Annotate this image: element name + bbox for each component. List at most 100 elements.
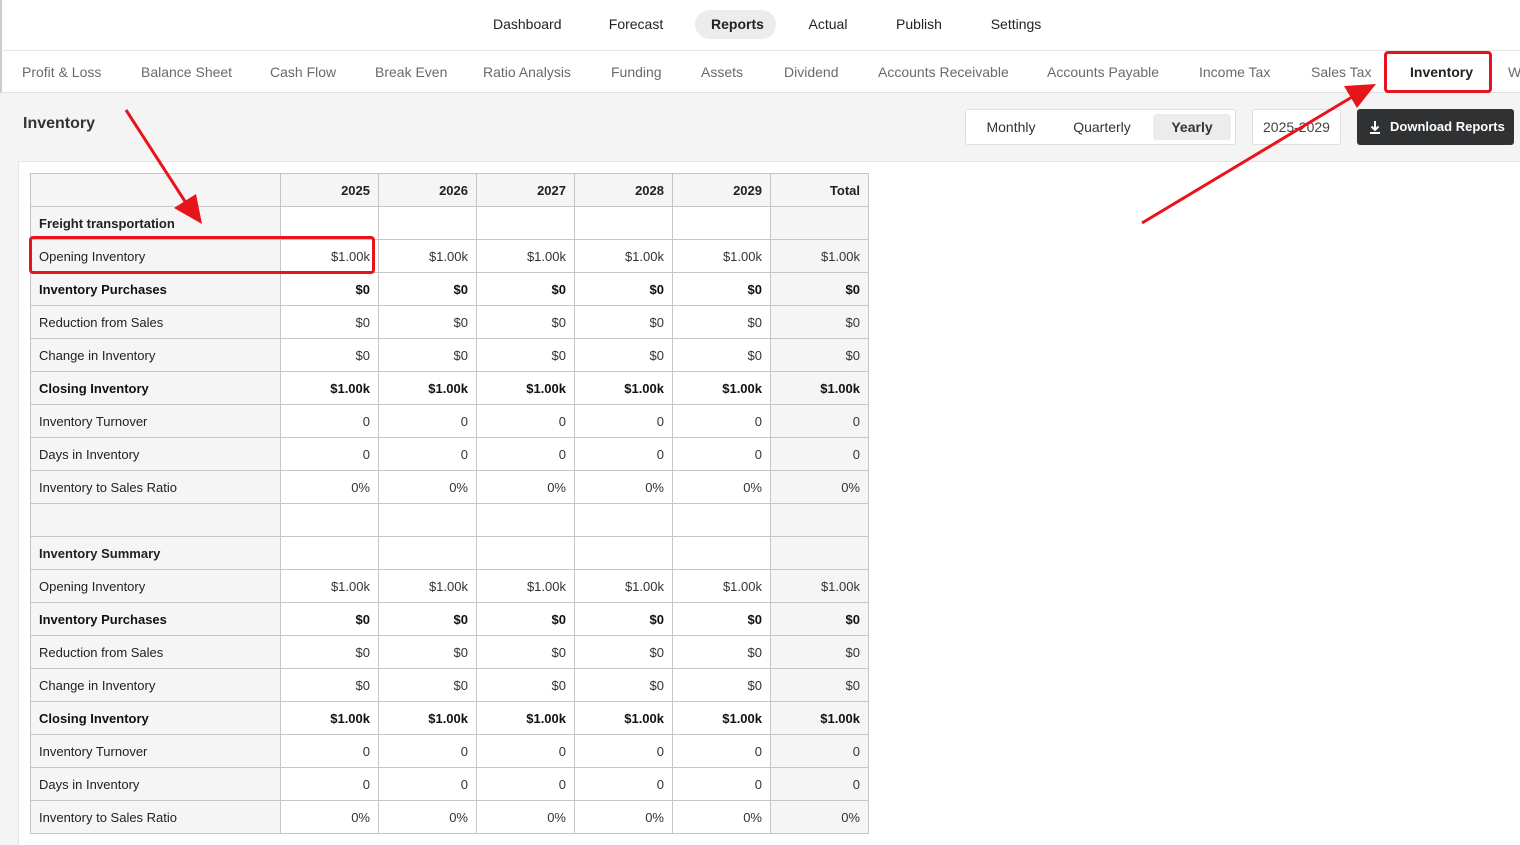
value-cell: $1.00k bbox=[672, 701, 771, 735]
total-cell: 0 bbox=[770, 767, 869, 801]
value-cell: $0 bbox=[378, 668, 477, 702]
tab-profit-loss[interactable]: Profit & Loss bbox=[22, 51, 101, 92]
value-cell: 0 bbox=[574, 437, 673, 471]
total-cell bbox=[770, 536, 869, 570]
total-cell: $0 bbox=[770, 635, 869, 669]
value-cell: 0% bbox=[476, 800, 575, 834]
value-cell bbox=[280, 536, 379, 570]
tab-balance-sheet[interactable]: Balance Sheet bbox=[141, 51, 232, 92]
value-cell: 0 bbox=[280, 404, 379, 438]
total-cell: 0% bbox=[770, 470, 869, 504]
value-cell: $1.00k bbox=[672, 569, 771, 603]
value-cell: 0 bbox=[280, 437, 379, 471]
value-cell bbox=[672, 206, 771, 240]
value-cell: 0 bbox=[476, 404, 575, 438]
tab-funding[interactable]: Funding bbox=[611, 51, 662, 92]
value-cell: 0 bbox=[672, 734, 771, 768]
row-label: Inventory Turnover bbox=[30, 734, 281, 768]
row-label: Inventory Purchases bbox=[30, 602, 281, 636]
value-cell: $0 bbox=[672, 338, 771, 372]
col-header: 2029 bbox=[672, 173, 771, 207]
value-cell bbox=[476, 206, 575, 240]
row-label: Change in Inventory bbox=[30, 338, 281, 372]
total-cell: $0 bbox=[770, 272, 869, 306]
top-nav: Dashboard Forecast Reports Actual Publis… bbox=[0, 0, 1520, 50]
period-yearly[interactable]: Yearly bbox=[1153, 114, 1231, 140]
value-cell: $0 bbox=[574, 272, 673, 306]
download-reports-button[interactable]: Download Reports bbox=[1357, 109, 1514, 145]
value-cell bbox=[672, 536, 771, 570]
value-cell bbox=[574, 206, 673, 240]
row-label bbox=[30, 503, 281, 537]
value-cell: 0% bbox=[574, 470, 673, 504]
value-cell: $1.00k bbox=[574, 569, 673, 603]
table-row: Change in Inventory $0 $0 $0 $0 $0 $0 bbox=[30, 668, 869, 702]
period-monthly[interactable]: Monthly bbox=[974, 114, 1048, 140]
row-label: Change in Inventory bbox=[30, 668, 281, 702]
value-cell: $0 bbox=[378, 338, 477, 372]
value-cell: $1.00k bbox=[378, 371, 477, 405]
nav-actual[interactable]: Actual bbox=[792, 10, 864, 39]
nav-publish[interactable]: Publish bbox=[879, 10, 959, 39]
value-cell: $1.00k bbox=[476, 371, 575, 405]
value-cell: $0 bbox=[280, 272, 379, 306]
value-cell: 0% bbox=[378, 470, 477, 504]
highlight-opening-inventory bbox=[29, 236, 375, 274]
total-cell: $1.00k bbox=[770, 239, 869, 273]
total-cell bbox=[770, 503, 869, 537]
value-cell: 0% bbox=[280, 470, 379, 504]
row-label: Inventory to Sales Ratio bbox=[30, 470, 281, 504]
tab-cash-flow[interactable]: Cash Flow bbox=[270, 51, 336, 92]
col-header: 2026 bbox=[378, 173, 477, 207]
nav-settings[interactable]: Settings bbox=[974, 10, 1058, 39]
total-cell: $0 bbox=[770, 305, 869, 339]
value-cell: $0 bbox=[476, 668, 575, 702]
tab-ratio-analysis[interactable]: Ratio Analysis bbox=[483, 51, 571, 92]
tab-accounts-receivable[interactable]: Accounts Receivable bbox=[878, 51, 1009, 92]
value-cell: $1.00k bbox=[672, 371, 771, 405]
row-label: Closing Inventory bbox=[30, 701, 281, 735]
total-cell: $1.00k bbox=[770, 701, 869, 735]
period-quarterly[interactable]: Quarterly bbox=[1058, 114, 1146, 140]
tab-income-tax[interactable]: Income Tax bbox=[1199, 51, 1270, 92]
value-cell bbox=[476, 503, 575, 537]
value-cell: 0 bbox=[378, 734, 477, 768]
value-cell: 0% bbox=[672, 800, 771, 834]
col-header: 2027 bbox=[476, 173, 575, 207]
tab-truncated[interactable]: W bbox=[1508, 51, 1520, 92]
tab-accounts-payable[interactable]: Accounts Payable bbox=[1047, 51, 1159, 92]
nav-reports[interactable]: Reports bbox=[695, 10, 776, 39]
tab-assets[interactable]: Assets bbox=[701, 51, 743, 92]
value-cell: $0 bbox=[476, 272, 575, 306]
value-cell: $0 bbox=[672, 668, 771, 702]
tab-break-even[interactable]: Break Even bbox=[375, 51, 447, 92]
value-cell: 0 bbox=[672, 767, 771, 801]
value-cell: $1.00k bbox=[574, 701, 673, 735]
value-cell: $0 bbox=[378, 272, 477, 306]
value-cell: 0% bbox=[574, 800, 673, 834]
year-range-select[interactable]: 2025-2029 bbox=[1252, 109, 1341, 145]
report-tabs: Profit & Loss Balance Sheet Cash Flow Br… bbox=[0, 50, 1520, 93]
nav-dashboard[interactable]: Dashboard bbox=[477, 10, 577, 39]
value-cell: $0 bbox=[280, 635, 379, 669]
download-label: Download Reports bbox=[1390, 119, 1505, 134]
value-cell: $0 bbox=[574, 635, 673, 669]
col-header-total: Total bbox=[770, 173, 869, 207]
row-label: Inventory Purchases bbox=[30, 272, 281, 306]
table-row: Inventory Summary bbox=[30, 536, 869, 570]
value-cell: 0 bbox=[672, 404, 771, 438]
table-row: Days in Inventory 0 0 0 0 0 0 bbox=[30, 767, 869, 801]
value-cell bbox=[574, 503, 673, 537]
table-row: Inventory Turnover 0 0 0 0 0 0 bbox=[30, 734, 869, 768]
value-cell: 0 bbox=[476, 767, 575, 801]
nav-forecast[interactable]: Forecast bbox=[592, 10, 680, 39]
value-cell: 0 bbox=[574, 767, 673, 801]
corner-cell bbox=[30, 173, 281, 207]
value-cell: $1.00k bbox=[280, 569, 379, 603]
tab-sales-tax[interactable]: Sales Tax bbox=[1311, 51, 1371, 92]
table-row: Change in Inventory $0 $0 $0 $0 $0 $0 bbox=[30, 338, 869, 372]
tab-dividend[interactable]: Dividend bbox=[784, 51, 838, 92]
total-cell bbox=[770, 206, 869, 240]
row-label: Days in Inventory bbox=[30, 437, 281, 471]
value-cell: 0 bbox=[574, 734, 673, 768]
